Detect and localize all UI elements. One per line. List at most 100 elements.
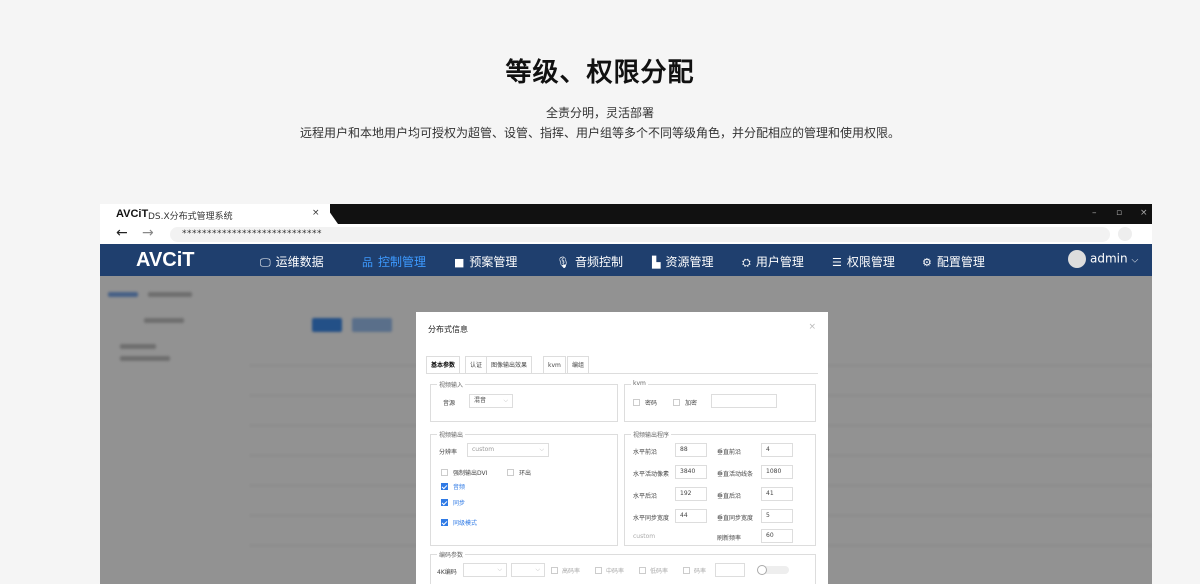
nav-item-label: 预案管理 <box>469 255 518 269</box>
force-dvi-checkbox[interactable] <box>441 469 448 476</box>
tab-group[interactable]: 编组 <box>567 356 590 374</box>
dialog-tabs: 基本参数 认证 图像输出效果 kvm 编组 <box>426 356 826 374</box>
nav-item-7[interactable]: ☰ 权限管理 <box>832 253 895 270</box>
timing-label: 垂直前沿 <box>717 449 742 456</box>
loop-out-label: 环出 <box>519 470 532 477</box>
nav-item-label: 用户管理 <box>755 255 804 269</box>
chevron-down-icon: ⌵ <box>497 566 502 573</box>
timing-label: 垂直后沿 <box>717 493 742 500</box>
timing-label: 水平同步宽度 <box>633 515 670 522</box>
encoding-select-1[interactable]: ⌵ <box>463 563 507 577</box>
tab-auth[interactable]: 认证 <box>465 356 488 374</box>
sync-checkbox[interactable] <box>441 499 448 506</box>
chevron-down-icon: ⌵ <box>535 566 540 573</box>
tab-close-icon[interactable]: × <box>312 208 320 218</box>
video-timing-group: 视频输出程序 水平前沿 88 垂直前沿 4 水平活动像素 3840 垂直活动线条 1080 水平… <box>624 430 816 546</box>
distributed-info-dialog: 分布式信息 × 基本参数 认证 图像输出效果 kvm 编组 视频输入 音源 混音… <box>416 312 828 584</box>
timing-input[interactable]: 41 <box>761 487 793 501</box>
4k-encoding-label: 4K编码 <box>437 569 457 576</box>
timing-input[interactable]: 3840 <box>675 465 707 479</box>
page-description: 远程用户和本地用户均可授权为超管、设管、指挥、用户组等多个不同等级角色，并分配相… <box>299 126 900 140</box>
timing-input[interactable]: 4 <box>761 443 793 457</box>
page-title: 等级、权限分配 <box>505 58 695 88</box>
high-bitrate-label: 高码率 <box>562 568 581 575</box>
folder-icon: ▙ <box>652 256 661 269</box>
audio-checkbox[interactable] <box>441 483 448 490</box>
refresh-input[interactable]: 60 <box>761 529 793 543</box>
resolution-label: 分辨率 <box>439 449 458 456</box>
force-dvi-label: 强制输出DVI <box>453 470 488 477</box>
tab-edge <box>324 204 338 224</box>
encoding-select-2[interactable]: ⌵ <box>511 563 545 577</box>
nav-item-label: 配置管理 <box>936 255 985 269</box>
low-bitrate-radio[interactable] <box>639 567 646 574</box>
resolution-select[interactable]: custom ⌵ <box>467 443 549 457</box>
custom-label: custom <box>633 533 656 540</box>
nav-item-6[interactable]: ⛭ 用户管理 <box>742 253 804 270</box>
video-output-legend: 视频输出 <box>437 430 466 439</box>
tab-divider <box>426 373 818 374</box>
browser-titlebar: AVCiT DS.X分布式管理系统 × – ▫ × <box>100 204 1152 224</box>
kvm-legend: kvm <box>631 380 648 387</box>
timing-label: 水平后沿 <box>633 493 658 500</box>
bitrate-radio[interactable] <box>683 567 690 574</box>
video-output-group: 视频输出 分辨率 custom ⌵ 强制输出DVI 环出 音频 同步 同级模式 <box>430 430 618 546</box>
tab-kvm[interactable]: kvm <box>543 356 566 374</box>
nav-item-3[interactable]: ■ 预案管理 <box>454 253 517 270</box>
minimize-icon[interactable]: – <box>1092 208 1097 218</box>
close-icon[interactable]: × <box>808 322 816 332</box>
users-icon: ⛭ <box>742 256 751 269</box>
forward-arrow-icon[interactable]: → <box>142 225 154 241</box>
browser-tab[interactable]: AVCiT DS.X分布式管理系统 × <box>100 204 330 224</box>
slider-handle[interactable] <box>757 565 767 575</box>
chevron-down-icon: ⌵ <box>503 397 508 404</box>
source-value: 混音 <box>474 397 487 404</box>
timing-label: 水平活动像素 <box>633 471 670 478</box>
url-input[interactable]: **************************** <box>170 227 1110 242</box>
resolution-value: custom <box>472 446 495 453</box>
source-select[interactable]: 混音 ⌵ <box>469 394 513 408</box>
nav-item-8[interactable]: ⚙ 配置管理 <box>922 253 985 270</box>
address-bar-row: ← → **************************** <box>100 224 1152 244</box>
kvm-password-input[interactable] <box>711 394 777 408</box>
tab-logo: AVCiT <box>116 208 149 220</box>
back-arrow-icon[interactable]: ← <box>116 225 128 241</box>
dialog-title: 分布式信息 <box>428 325 468 334</box>
page-subtitle: 全责分明，灵活部署 <box>545 106 654 120</box>
timing-input[interactable]: 192 <box>675 487 707 501</box>
mid-bitrate-label: 中码率 <box>606 568 625 575</box>
timing-input[interactable]: 5 <box>761 509 793 523</box>
nav-item-1[interactable]: 🖵 运维数据 <box>260 253 324 270</box>
timing-input[interactable]: 1080 <box>761 465 793 479</box>
timing-input[interactable]: 44 <box>675 509 707 523</box>
encrypt-checkbox[interactable] <box>673 399 680 406</box>
sync-mode-checkbox[interactable] <box>441 519 448 526</box>
timing-input[interactable]: 88 <box>675 443 707 457</box>
loop-out-checkbox[interactable] <box>507 469 514 476</box>
bitrate-input[interactable] <box>715 563 745 577</box>
sync-label: 同步 <box>453 500 466 507</box>
close-window-icon[interactable]: × <box>1140 208 1148 218</box>
profile-icon[interactable] <box>1118 227 1132 241</box>
mid-bitrate-radio[interactable] <box>595 567 602 574</box>
nav-item-label: 权限管理 <box>846 255 895 269</box>
nav-item-2[interactable]: 品控制管理 <box>362 253 426 270</box>
monitor-icon: 🖵 <box>260 256 271 269</box>
user-menu[interactable]: admin ⌵ <box>1068 250 1138 268</box>
tab-image-output[interactable]: 图像输出效果 <box>486 356 533 374</box>
chevron-down-icon: ⌵ <box>539 446 544 453</box>
timing-label: 垂直同步宽度 <box>717 515 754 522</box>
mic-icon: 🎙 <box>556 256 570 269</box>
high-bitrate-radio[interactable] <box>551 567 558 574</box>
encoding-legend: 编码参数 <box>437 550 466 559</box>
sliders-icon: ☰ <box>832 256 842 269</box>
chevron-down-icon: ⌵ <box>1131 255 1139 266</box>
password-label: 密码 <box>645 400 658 407</box>
maximize-icon[interactable]: ▫ <box>1116 208 1122 218</box>
password-checkbox[interactable] <box>633 399 640 406</box>
browser-window: AVCiT DS.X分布式管理系统 × – ▫ × ← → **********… <box>100 204 1152 584</box>
nav-item-4[interactable]: 🎙 音频控制 <box>556 253 623 270</box>
nav-item-label: 运维数据 <box>275 255 324 269</box>
nav-item-5[interactable]: ▙ 资源管理 <box>652 253 713 270</box>
tab-basic-params[interactable]: 基本参数 <box>426 356 461 374</box>
